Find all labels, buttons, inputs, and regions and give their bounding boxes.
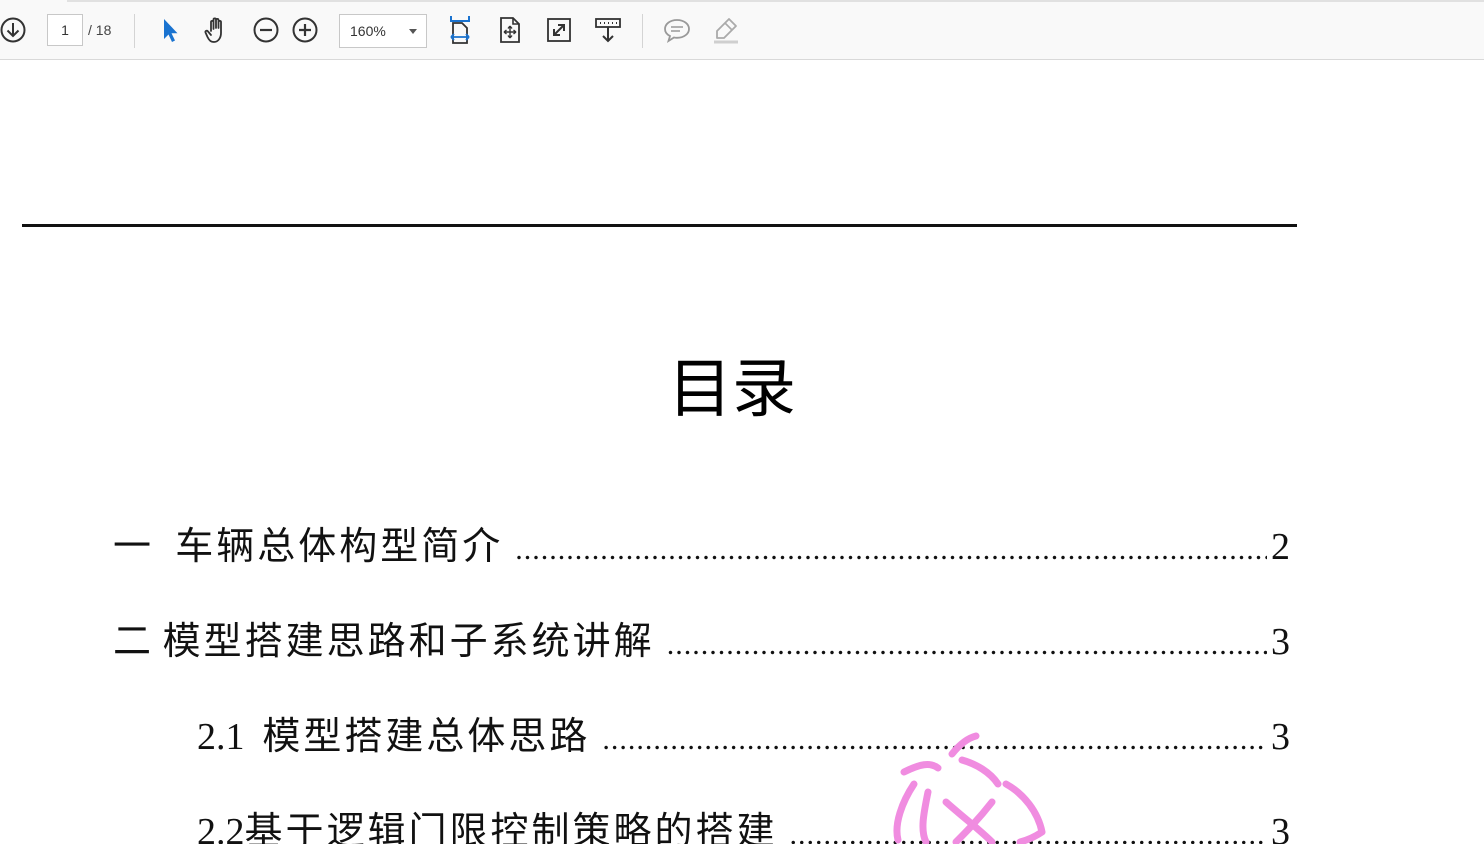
toc-entry-number: 二 [113, 621, 152, 663]
toc-entry-leader: ........................................… [515, 533, 1267, 566]
fit-width-button[interactable] [443, 12, 477, 48]
select-arrow-icon [164, 19, 178, 42]
hand-icon [204, 17, 222, 43]
toolbar-separator [642, 14, 643, 48]
zoom-value: 160% [350, 23, 386, 39]
document-page: 目录 一 车辆总体构型简介 ..........................… [0, 60, 1484, 844]
toolbar: 1 / 18 160% [0, 0, 1484, 60]
hand-tool-button[interactable] [200, 12, 234, 48]
download-icon [0, 17, 26, 43]
fit-width-icon [450, 16, 470, 44]
toc-entry-page: 3 [1271, 811, 1290, 844]
zoom-in-icon [292, 17, 318, 43]
zoom-out-icon [253, 17, 279, 43]
zoom-select[interactable]: 160% [339, 14, 427, 48]
toc-entry-page: 3 [1271, 621, 1290, 663]
toolbar-top-border [67, 0, 1484, 2]
toolbar-separator [134, 14, 135, 48]
pdf-viewer: 1 / 18 160% 目录 一 车辆总体构型简介 ..............… [0, 0, 1484, 844]
page-header-rule [22, 224, 1297, 227]
toc-entry-page: 2 [1271, 526, 1290, 568]
comment-icon [664, 19, 690, 44]
toc-entry[interactable]: 2.2 基于逻辑门限控制策略的搭建 ......................… [197, 800, 1290, 844]
toc-entry-title: 模型搭建总体思路 [262, 714, 591, 758]
toc-entry-leader: ........................................… [666, 628, 1267, 661]
page-total-label: / 18 [88, 22, 112, 38]
toc-entry-title: 基于逻辑门限控制策略的搭建 [244, 809, 778, 844]
toc-entry-title: 车辆总体构型简介 [175, 524, 504, 568]
toc-entry-number: 2.1 [197, 716, 245, 758]
select-tool-button[interactable] [152, 12, 186, 48]
toc-heading: 目录 [668, 353, 796, 427]
page-number-input[interactable]: 1 [47, 14, 83, 46]
ink-annotation[interactable] [880, 732, 1050, 844]
download-button[interactable] [0, 12, 30, 48]
chevron-down-icon [409, 29, 417, 34]
toc-entry-number: 2.2 [197, 811, 245, 844]
toc-entry[interactable]: 二 模型搭建思路和子系统讲解 .........................… [113, 610, 1290, 666]
scroll-mode-icon [595, 18, 621, 43]
toc-entry-page: 3 [1271, 716, 1290, 758]
toc-entry[interactable]: 一 车辆总体构型简介 .............................… [113, 515, 1290, 571]
fullscreen-button[interactable] [542, 12, 576, 48]
toc-entry[interactable]: 2.1 模型搭建总体思路 ...........................… [197, 705, 1290, 761]
zoom-in-button[interactable] [288, 12, 322, 48]
comment-button[interactable] [660, 12, 694, 48]
toc-entry-number: 一 [113, 526, 152, 568]
scroll-mode-button[interactable] [591, 12, 625, 48]
highlight-icon [714, 18, 738, 44]
fit-page-icon [500, 17, 520, 43]
fit-page-button[interactable] [493, 12, 527, 48]
highlight-button[interactable] [709, 12, 743, 48]
fullscreen-icon [547, 18, 571, 42]
toc-entry-title: 模型搭建思路和子系统讲解 [162, 619, 655, 663]
zoom-out-button[interactable] [249, 12, 283, 48]
